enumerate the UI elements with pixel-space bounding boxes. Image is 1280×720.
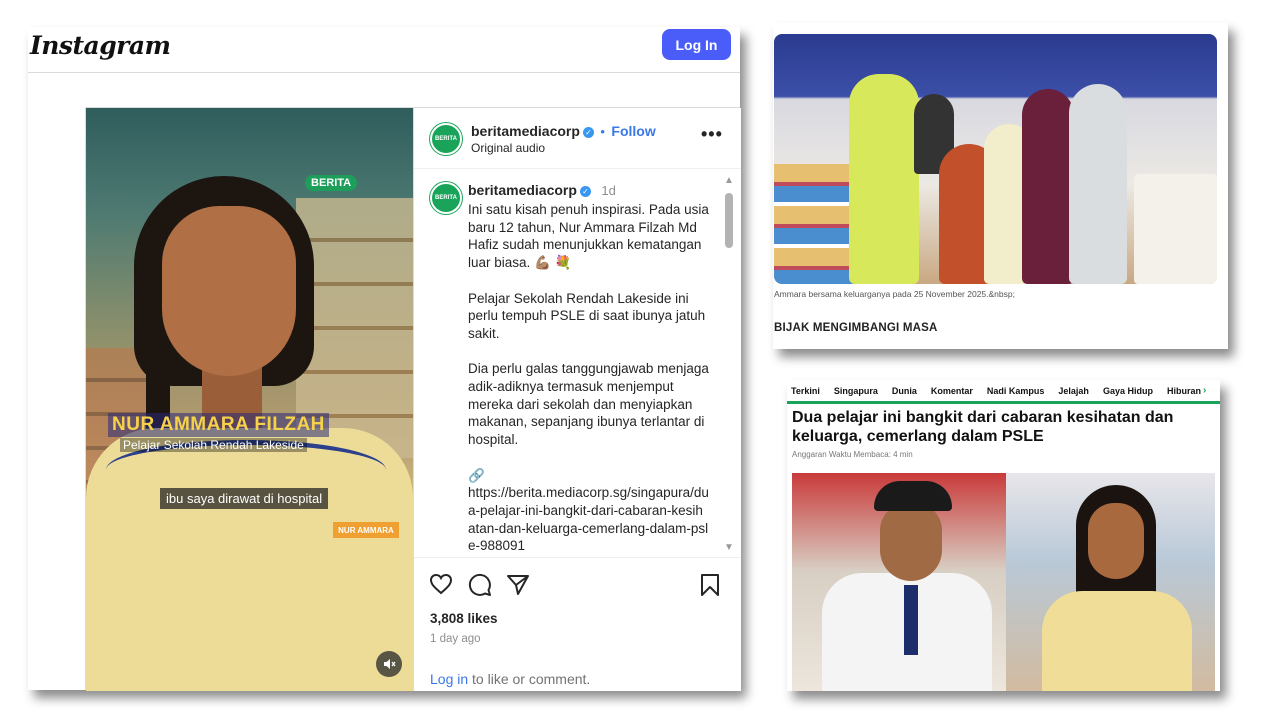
site-nav: Terkini Singapura Dunia Komentar Nadi Ka… xyxy=(787,380,1220,404)
login-prompt-text: to like or comment. xyxy=(468,671,591,687)
name-overlay: NUR AMMARA FILZAH xyxy=(108,413,329,437)
login-link[interactable]: Log in xyxy=(430,671,468,687)
post-actions: 3,808 likes 1 day ago Log in to like or … xyxy=(414,557,741,691)
posted-time: 1 day ago xyxy=(430,633,481,645)
reel-video[interactable]: BERITA NUR AMMARA FILZAH Pelajar Sekolah… xyxy=(86,108,413,691)
audio-label[interactable]: Original audio xyxy=(471,141,545,155)
save-bookmark-icon[interactable] xyxy=(700,573,720,597)
caption-paragraph: Ini satu kisah penuh inspirasi. Pada usi… xyxy=(468,202,709,271)
video-subtitle: ibu saya dirawat di hospital xyxy=(160,488,329,509)
post-time: 1d xyxy=(601,183,616,198)
family-photo-article: Ammara bersama keluarganya pada 25 Novem… xyxy=(773,23,1228,349)
family-photo xyxy=(774,34,1217,284)
reading-time: Anggaran Waktu Membaca: 4 min xyxy=(792,450,913,459)
news-article: Terkini Singapura Dunia Komentar Nadi Ka… xyxy=(787,380,1220,691)
article-title: Dua pelajar ini bangkit dari cabaran kes… xyxy=(792,409,1174,445)
post-header: BERITA beritamediacorp ✓ • Follow Origina… xyxy=(414,108,741,169)
separator-dot: • xyxy=(600,124,605,139)
verified-badge-icon: ✓ xyxy=(579,186,591,197)
caption-link[interactable]: 🔗 https://berita.mediacorp.sg/singapura/… xyxy=(468,467,710,556)
instagram-logo[interactable]: Instagram xyxy=(30,31,171,60)
post-sidebar: BERITA beritamediacorp ✓ • Follow Origina… xyxy=(413,108,741,691)
girl-uniform xyxy=(1042,591,1192,691)
like-heart-icon[interactable] xyxy=(429,573,453,595)
article-photo xyxy=(792,473,1215,691)
caption-username[interactable]: beritamediacorp xyxy=(468,182,577,198)
nav-item-jelajah[interactable]: Jelajah xyxy=(1058,386,1089,396)
father-figure xyxy=(849,74,919,284)
account-avatar[interactable]: BERITA xyxy=(430,123,462,155)
login-prompt: Log in to like or comment. xyxy=(430,671,590,687)
section-subheading: BIJAK MENGIMBANGI MASA xyxy=(774,322,938,334)
boy-face xyxy=(880,503,942,581)
nav-item-hiburan[interactable]: Hiburan xyxy=(1167,386,1201,396)
mother-figure xyxy=(1022,89,1074,284)
account-username[interactable]: beritamediacorp xyxy=(471,123,580,139)
post-caption: BERITA beritamediacorp ✓ 1d Ini satu kisa… xyxy=(414,170,741,557)
table-furniture xyxy=(1134,174,1217,284)
nav-item-dunia[interactable]: Dunia xyxy=(892,386,917,396)
instagram-post: BERITA NUR AMMARA FILZAH Pelajar Sekolah… xyxy=(85,107,741,691)
girl-face xyxy=(162,206,296,376)
mute-icon[interactable] xyxy=(376,651,402,677)
caption-text: Ini satu kisah penuh inspirasi. Pada usi… xyxy=(468,201,710,557)
caption-paragraph: Dia perlu galas tanggungjawab menjaga ad… xyxy=(468,361,709,448)
school-overlay: Pelajar Sekolah Rendah Lakeside xyxy=(120,438,307,452)
boy-cap xyxy=(874,481,952,511)
instagram-embed: Instagram Log In BERITA NUR AMMARA FILZA… xyxy=(28,27,741,691)
berita-watermark: BERITA xyxy=(305,175,358,191)
instagram-topbar: Instagram Log In xyxy=(28,27,740,73)
chevron-right-icon[interactable]: › xyxy=(1203,385,1206,396)
girl-face xyxy=(1088,503,1144,579)
teen-figure xyxy=(1069,84,1127,284)
nav-item-terkini[interactable]: Terkini xyxy=(791,386,820,396)
nav-item-nadi-kampus[interactable]: Nadi Kampus xyxy=(987,386,1045,396)
nav-item-singapura[interactable]: Singapura xyxy=(834,386,878,396)
nav-item-komentar[interactable]: Komentar xyxy=(931,386,973,396)
boy-tie xyxy=(904,585,918,655)
uniform-name-tag: NUR AMMARA xyxy=(333,522,399,538)
more-options-icon[interactable]: ••• xyxy=(701,124,723,145)
login-button[interactable]: Log In xyxy=(662,29,731,60)
share-icon[interactable] xyxy=(506,573,530,597)
photo-caption: Ammara bersama keluarganya pada 25 Novem… xyxy=(774,289,1015,299)
scroll-down-arrow-icon[interactable]: ▼ xyxy=(724,542,734,553)
comment-icon[interactable] xyxy=(468,573,492,597)
follow-button[interactable]: Follow xyxy=(611,123,655,139)
scroll-up-arrow-icon[interactable]: ▲ xyxy=(724,175,734,186)
caption-paragraph: Pelajar Sekolah Rendah Lakeside ini perl… xyxy=(468,290,706,341)
scrollbar-thumb[interactable] xyxy=(725,193,733,248)
verified-badge-icon: ✓ xyxy=(582,127,594,138)
nav-item-gaya-hidup[interactable]: Gaya Hidup xyxy=(1103,386,1153,396)
caption-avatar[interactable]: BERITA xyxy=(430,182,462,214)
likes-count[interactable]: 3,808 likes xyxy=(430,611,498,626)
